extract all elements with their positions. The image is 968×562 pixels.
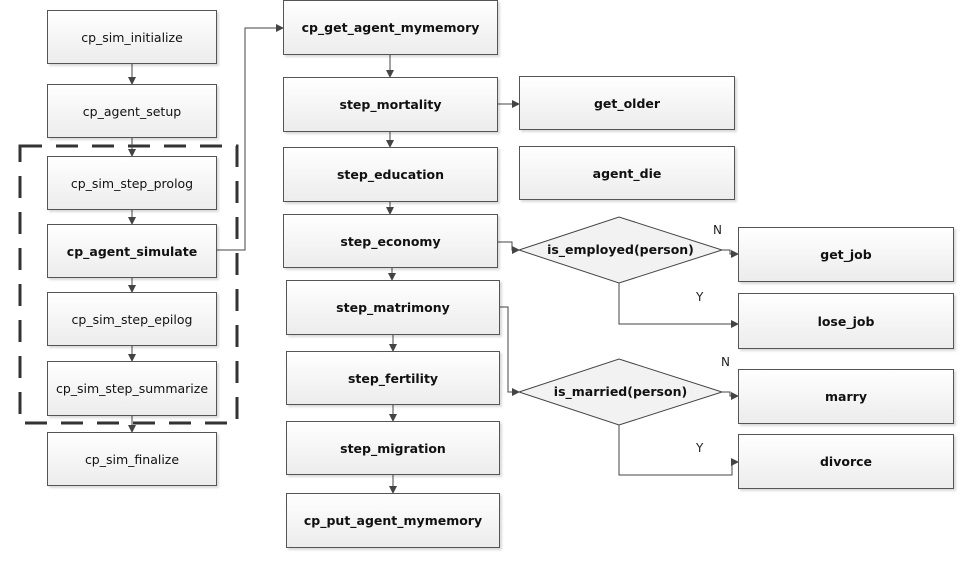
decision-married-label: is_married(person)	[553, 384, 688, 399]
node-step-education: step_education	[283, 147, 498, 202]
node-cp-agent-setup: cp_agent_setup	[47, 84, 217, 138]
branch-label-no: N	[721, 355, 730, 369]
arrow	[618, 425, 739, 476]
flowchart: cp_sim_initialize cp_agent_setup cp_sim_…	[0, 0, 968, 562]
branch-label-yes: Y	[696, 290, 704, 304]
branch-label-no: N	[713, 223, 722, 237]
node-cp-agent-simulate: cp_agent_simulate	[47, 224, 217, 278]
arrow	[722, 249, 739, 258]
arrow	[618, 283, 739, 328]
node-step-economy: step_economy	[283, 214, 498, 268]
node-get-job: get_job	[738, 227, 954, 282]
node-step-fertility: step_fertility	[286, 351, 500, 405]
node-cp-sim-step-summarize: cp_sim_step_summarize	[47, 361, 217, 416]
arrow	[217, 24, 284, 251]
branch-label-yes: Y	[696, 441, 704, 455]
arrow	[498, 241, 520, 254]
node-get-older: get_older	[519, 76, 735, 130]
arrow	[500, 306, 520, 396]
node-divorce: divorce	[738, 434, 954, 489]
node-cp-sim-finalize: cp_sim_finalize	[47, 432, 217, 486]
node-step-mortality: step_mortality	[283, 77, 498, 132]
node-agent-die: agent_die	[519, 146, 735, 200]
arrow	[722, 391, 739, 400]
node-cp-sim-step-prolog: cp_sim_step_prolog	[47, 156, 217, 210]
node-cp-put-agent-mymemory: cp_put_agent_mymemory	[286, 493, 500, 548]
node-lose-job: lose_job	[738, 293, 954, 349]
node-step-matrimony: step_matrimony	[286, 280, 500, 335]
decision-employed-label: is_employed(person)	[547, 242, 694, 257]
node-cp-sim-initialize: cp_sim_initialize	[47, 10, 217, 64]
node-step-migration: step_migration	[286, 421, 500, 475]
node-marry: marry	[738, 369, 954, 424]
node-cp-sim-step-epilog: cp_sim_step_epilog	[47, 292, 217, 346]
node-cp-get-agent-mymemory: cp_get_agent_mymemory	[283, 0, 498, 55]
